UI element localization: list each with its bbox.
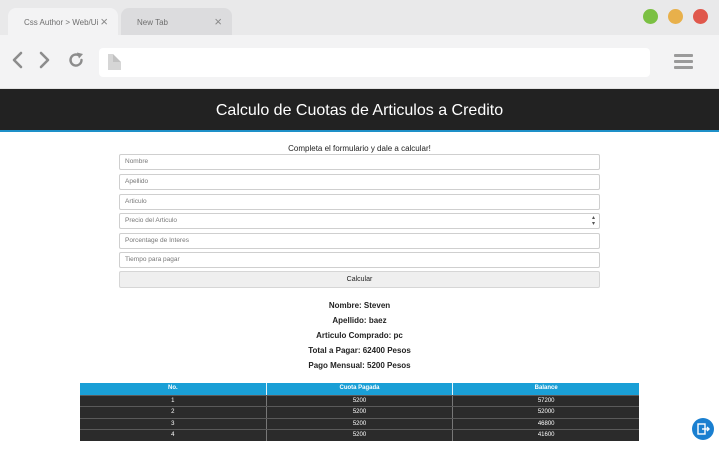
table-header-row: No. Cuota Pagada Balance [80,383,639,395]
nombre-placeholder: Nombre [125,158,149,165]
cell-balance: 41600 [537,432,555,438]
apellido-placeholder: Apellido [125,178,149,185]
forward-icon[interactable] [34,50,54,70]
cell-balance: 46800 [537,420,555,427]
apellido-input[interactable]: Apellido [119,174,600,190]
interes-input[interactable]: Porcentage de Interes [119,233,600,249]
close-window-dot[interactable] [693,9,708,24]
cell-balance: 52000 [537,409,555,415]
payment-table: No. Cuota Pagada Balance 1 5200 57200 2 … [80,383,639,441]
articulo-input[interactable]: Articulo [119,194,600,210]
result-nombre: Nombre: Steven [328,301,391,310]
reload-icon[interactable] [66,50,86,70]
tab-css-author[interactable]: Css Author > Web/Ui × [8,8,118,35]
cell-cuota: 5200 [267,395,454,406]
result-apellido: Apellido: baez [332,316,387,325]
table-row: 2 5200 52000 [80,406,639,418]
tiempo-input[interactable]: Tiempo para pagar [119,252,600,268]
menu-icon[interactable] [674,54,693,70]
header-cuota: Cuota Pagada [267,383,454,395]
header-no: No. [80,383,267,395]
cell-no: 1 [80,395,267,406]
form-intro: Completa el formulario y dale a calcular… [288,144,431,153]
close-tab-icon[interactable]: × [100,15,108,28]
precio-placeholder: Precio del Articulo [125,217,178,224]
page-title: Calculo de Cuotas de Articulos a Credito [0,89,719,132]
table-row: 4 5200 41600 [80,429,639,441]
nombre-input[interactable]: Nombre [119,154,600,170]
maximize-dot[interactable] [643,9,658,24]
tab-label: New Tab [137,18,168,27]
interes-placeholder: Porcentage de Interes [125,237,189,244]
cell-no: 3 [80,418,267,429]
cell-no: 2 [80,407,267,418]
tab-strip: Css Author > Web/Ui × New Tab × [0,0,719,35]
cell-cuota: 5200 [267,418,454,429]
minimize-dot[interactable] [668,9,683,24]
exit-icon [697,423,710,435]
precio-select[interactable]: Precio del Articulo ▴ ▾ [119,213,600,229]
page-icon [108,54,121,70]
exit-button[interactable] [692,418,714,440]
header-balance: Balance [534,385,558,391]
browser-window: Css Author > Web/Ui × New Tab × Calculo … [0,0,719,450]
tab-new-tab[interactable]: New Tab × [121,8,232,35]
articulo-placeholder: Articulo [125,198,147,205]
table-row: 3 5200 46800 [80,417,639,429]
table-row: 1 5200 57200 [80,394,639,406]
calcular-button[interactable]: Calcular [119,271,600,288]
cell-no: 4 [80,430,267,441]
tiempo-placeholder: Tiempo para pagar [125,256,180,263]
cell-cuota: 5200 [267,430,454,441]
back-icon[interactable] [8,50,28,70]
result-mensual: Pago Mensual: 5200 Pesos [308,361,411,370]
cell-balance: 57200 [537,397,555,404]
page-content: Completa el formulario y dale a calcular… [0,133,719,450]
tab-label: Css Author > Web/Ui [24,18,99,27]
address-bar[interactable] [99,48,650,77]
result-articulo: Articulo Comprado: pc [316,331,403,340]
browser-toolbar [0,35,719,89]
select-arrows-icon: ▴ ▾ [591,215,595,227]
close-tab-icon[interactable]: × [214,15,222,28]
cell-cuota: 5200 [267,407,454,418]
result-total: Total a Pagar: 62400 Pesos [308,346,411,355]
